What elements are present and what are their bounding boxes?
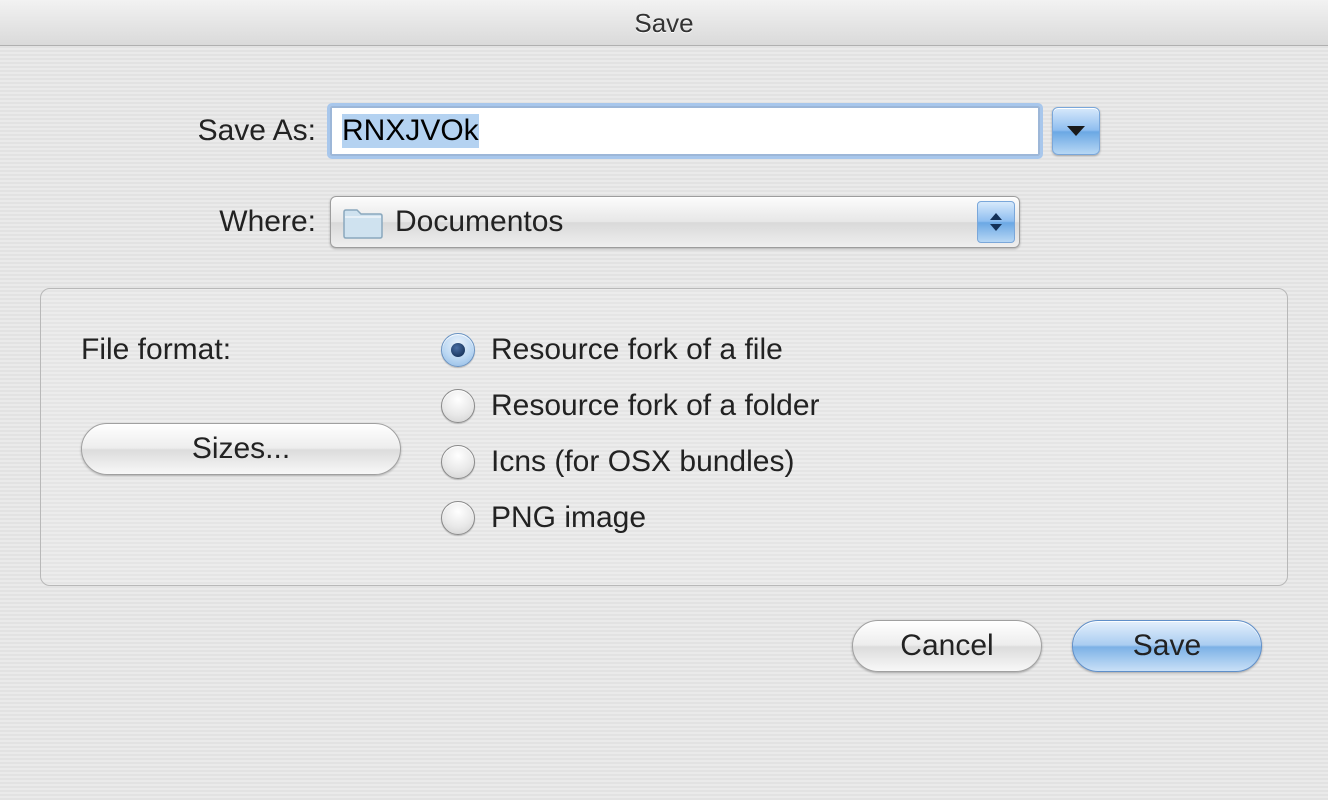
chevron-down-icon <box>1065 124 1087 138</box>
radio-icns[interactable]: Icns (for OSX bundles) <box>441 445 820 479</box>
save-as-row: Save As: <box>30 106 1298 156</box>
radio-label: Resource fork of a file <box>491 333 783 367</box>
radio-resource-fork-file[interactable]: Resource fork of a file <box>441 333 820 367</box>
radio-png[interactable]: PNG image <box>441 501 820 535</box>
radio-indicator <box>441 389 475 423</box>
cancel-button[interactable]: Cancel <box>852 620 1042 672</box>
radio-indicator <box>441 445 475 479</box>
save-as-label: Save As: <box>30 114 330 148</box>
where-row: Where: Documentos <box>30 196 1298 248</box>
radio-label: PNG image <box>491 501 646 535</box>
file-format-radios: Resource fork of a file Resource fork of… <box>441 333 820 535</box>
radio-resource-fork-folder[interactable]: Resource fork of a folder <box>441 389 820 423</box>
dialog-footer: Cancel Save <box>30 586 1298 672</box>
window-title: Save <box>0 0 1328 46</box>
radio-indicator <box>441 333 475 367</box>
popup-stepper-icon <box>977 201 1015 243</box>
folder-icon <box>341 204 385 240</box>
where-popup[interactable]: Documentos <box>330 196 1020 248</box>
save-button[interactable]: Save <box>1072 620 1262 672</box>
sizes-button[interactable]: Sizes... <box>81 423 401 475</box>
where-label: Where: <box>30 205 330 239</box>
where-selected-label: Documentos <box>395 205 563 239</box>
radio-indicator <box>441 501 475 535</box>
file-format-group: File format: Sizes... Resource fork of a… <box>40 288 1288 586</box>
filename-input[interactable] <box>330 106 1040 156</box>
radio-label: Resource fork of a folder <box>491 389 820 423</box>
expand-disclosure-button[interactable] <box>1052 107 1100 155</box>
file-format-label: File format: <box>81 333 441 367</box>
radio-label: Icns (for OSX bundles) <box>491 445 794 479</box>
